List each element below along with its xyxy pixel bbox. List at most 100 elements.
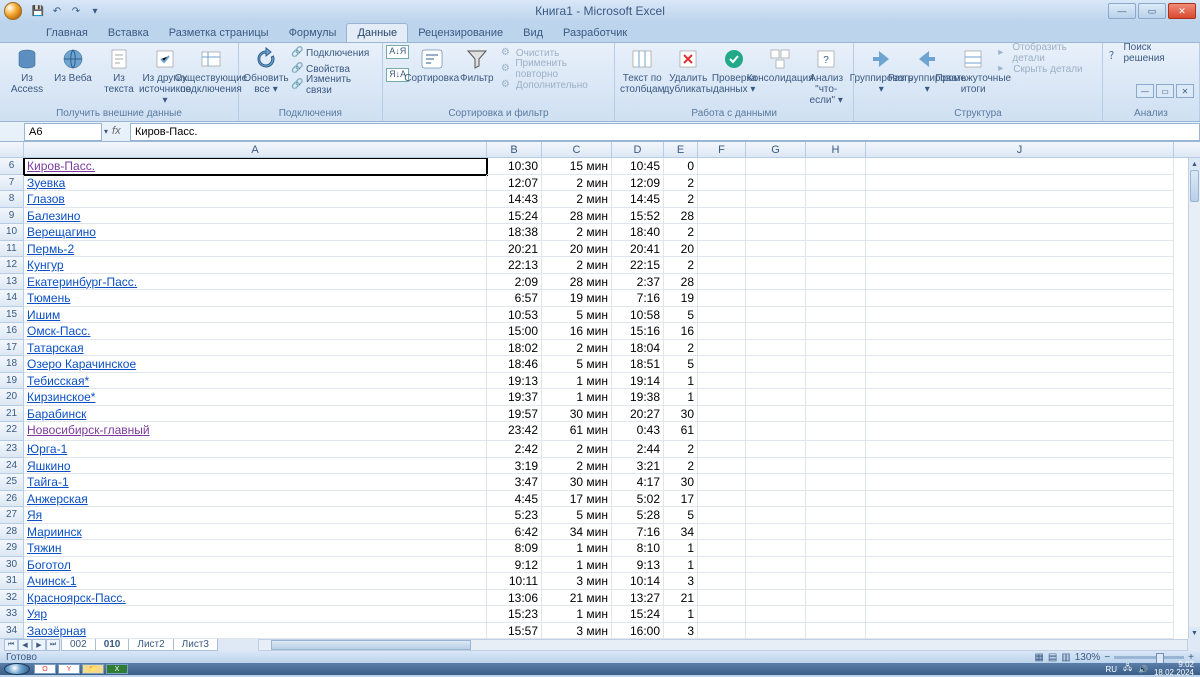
cell-C[interactable]: 61 мин bbox=[542, 422, 612, 441]
sort-asc-button[interactable]: A↓Я bbox=[389, 45, 407, 67]
solver-button[interactable]: ？Поиск решения bbox=[1109, 45, 1193, 61]
cell-E[interactable]: 0 bbox=[664, 158, 698, 175]
view-break-icon[interactable]: ▥ bbox=[1061, 652, 1070, 663]
cell-G[interactable] bbox=[746, 208, 806, 225]
cell-J[interactable] bbox=[866, 340, 1174, 357]
sheet-next-icon[interactable]: ▶ bbox=[32, 639, 46, 651]
ext-data-btn-4[interactable]: Существующие подключения bbox=[190, 45, 232, 95]
cell-F[interactable] bbox=[698, 524, 746, 541]
cell-J[interactable] bbox=[866, 422, 1174, 441]
cell-J[interactable] bbox=[866, 623, 1174, 640]
row-header[interactable]: 19 bbox=[0, 373, 24, 390]
cell-C[interactable]: 30 мин bbox=[542, 474, 612, 491]
cell-D[interactable]: 18:51 bbox=[612, 356, 664, 373]
datatool-btn-0[interactable]: Текст по столбцам bbox=[621, 45, 663, 95]
cell-B[interactable]: 6:42 bbox=[487, 524, 542, 541]
cell-J[interactable] bbox=[866, 307, 1174, 324]
cell-F[interactable] bbox=[698, 175, 746, 192]
cell-B[interactable]: 19:13 bbox=[487, 373, 542, 390]
tray-sound-icon[interactable]: 🔊 bbox=[1138, 665, 1148, 674]
cell-C[interactable]: 1 мин bbox=[542, 606, 612, 623]
cell-G[interactable] bbox=[746, 373, 806, 390]
cell-H[interactable] bbox=[806, 373, 866, 390]
cell-J[interactable] bbox=[866, 175, 1174, 192]
ext-data-btn-0[interactable]: Из Access bbox=[6, 45, 48, 95]
cell-E[interactable]: 5 bbox=[664, 507, 698, 524]
cell-E[interactable]: 30 bbox=[664, 474, 698, 491]
cell-E[interactable]: 2 bbox=[664, 340, 698, 357]
sheet-tab-002[interactable]: 002 bbox=[61, 639, 96, 651]
row-header[interactable]: 11 bbox=[0, 241, 24, 258]
row-header[interactable]: 16 bbox=[0, 323, 24, 340]
cell-B[interactable]: 15:23 bbox=[487, 606, 542, 623]
cell-C[interactable]: 1 мин bbox=[542, 389, 612, 406]
cell-H[interactable] bbox=[806, 441, 866, 458]
hscroll-thumb[interactable] bbox=[271, 640, 471, 650]
cell-E[interactable]: 28 bbox=[664, 208, 698, 225]
cell-H[interactable] bbox=[806, 422, 866, 441]
cell-F[interactable] bbox=[698, 441, 746, 458]
cell-A[interactable]: Тяжин bbox=[24, 540, 487, 557]
cell-D[interactable]: 19:14 bbox=[612, 373, 664, 390]
cell-D[interactable]: 10:58 bbox=[612, 307, 664, 324]
tab-4[interactable]: Данные bbox=[346, 23, 408, 42]
cell-J[interactable] bbox=[866, 524, 1174, 541]
cell-G[interactable] bbox=[746, 474, 806, 491]
cell-C[interactable]: 1 мин bbox=[542, 540, 612, 557]
cell-B[interactable]: 23:42 bbox=[487, 422, 542, 441]
cell-D[interactable]: 18:04 bbox=[612, 340, 664, 357]
cell-F[interactable] bbox=[698, 507, 746, 524]
cell-C[interactable]: 2 мин bbox=[542, 191, 612, 208]
row-header[interactable]: 17 bbox=[0, 340, 24, 357]
cell-B[interactable]: 6:57 bbox=[487, 290, 542, 307]
cell-B[interactable]: 15:57 bbox=[487, 623, 542, 640]
wb-restore-button[interactable]: ▭ bbox=[1156, 84, 1174, 98]
cell-C[interactable]: 16 мин bbox=[542, 323, 612, 340]
cell-F[interactable] bbox=[698, 540, 746, 557]
cell-C[interactable]: 2 мин bbox=[542, 458, 612, 475]
cell-C[interactable]: 2 мин bbox=[542, 340, 612, 357]
office-button[interactable] bbox=[4, 2, 22, 20]
cell-C[interactable]: 2 мин bbox=[542, 224, 612, 241]
cell-A[interactable]: Мариинск bbox=[24, 524, 487, 541]
taskbar-explorer-icon[interactable]: 📁 bbox=[82, 664, 104, 674]
cell-B[interactable]: 18:46 bbox=[487, 356, 542, 373]
cell-C[interactable]: 30 мин bbox=[542, 406, 612, 423]
sheet-last-icon[interactable]: ⏭ bbox=[46, 639, 60, 651]
cell-D[interactable]: 20:41 bbox=[612, 241, 664, 258]
row-header[interactable]: 31 bbox=[0, 573, 24, 590]
col-header-H[interactable]: H bbox=[806, 142, 866, 157]
sheet-tab-010[interactable]: 010 bbox=[95, 639, 130, 651]
cell-G[interactable] bbox=[746, 524, 806, 541]
datatool-btn-4[interactable]: ?Анализ "что-если" ▾ bbox=[805, 45, 847, 106]
cell-F[interactable] bbox=[698, 458, 746, 475]
tray-network-icon[interactable]: 🖧 bbox=[1123, 662, 1132, 676]
row-header[interactable]: 10 bbox=[0, 224, 24, 241]
cell-E[interactable]: 1 bbox=[664, 606, 698, 623]
cell-G[interactable] bbox=[746, 389, 806, 406]
cell-A[interactable]: Кирзинское* bbox=[24, 389, 487, 406]
tab-3[interactable]: Формулы bbox=[279, 24, 347, 42]
cell-D[interactable]: 12:09 bbox=[612, 175, 664, 192]
cell-A[interactable]: Барабинск bbox=[24, 406, 487, 423]
refresh-all-button[interactable]: Обновить все ▾ bbox=[245, 45, 287, 95]
cell-F[interactable] bbox=[698, 191, 746, 208]
cell-D[interactable]: 14:45 bbox=[612, 191, 664, 208]
cell-A[interactable]: Яшкино bbox=[24, 458, 487, 475]
col-header-J[interactable]: J bbox=[866, 142, 1174, 157]
row-header[interactable]: 22 bbox=[0, 422, 24, 441]
cell-B[interactable]: 5:23 bbox=[487, 507, 542, 524]
cell-H[interactable] bbox=[806, 158, 866, 175]
cell-B[interactable]: 3:47 bbox=[487, 474, 542, 491]
cell-J[interactable] bbox=[866, 158, 1174, 175]
cell-H[interactable] bbox=[806, 175, 866, 192]
cell-H[interactable] bbox=[806, 540, 866, 557]
cell-B[interactable]: 10:53 bbox=[487, 307, 542, 324]
cell-E[interactable]: 21 bbox=[664, 590, 698, 607]
cell-J[interactable] bbox=[866, 389, 1174, 406]
cell-E[interactable]: 2 bbox=[664, 441, 698, 458]
cell-H[interactable] bbox=[806, 224, 866, 241]
redo-icon[interactable]: ↷ bbox=[68, 3, 84, 19]
sort-button[interactable]: Сортировка bbox=[411, 45, 453, 84]
cell-D[interactable]: 15:16 bbox=[612, 323, 664, 340]
